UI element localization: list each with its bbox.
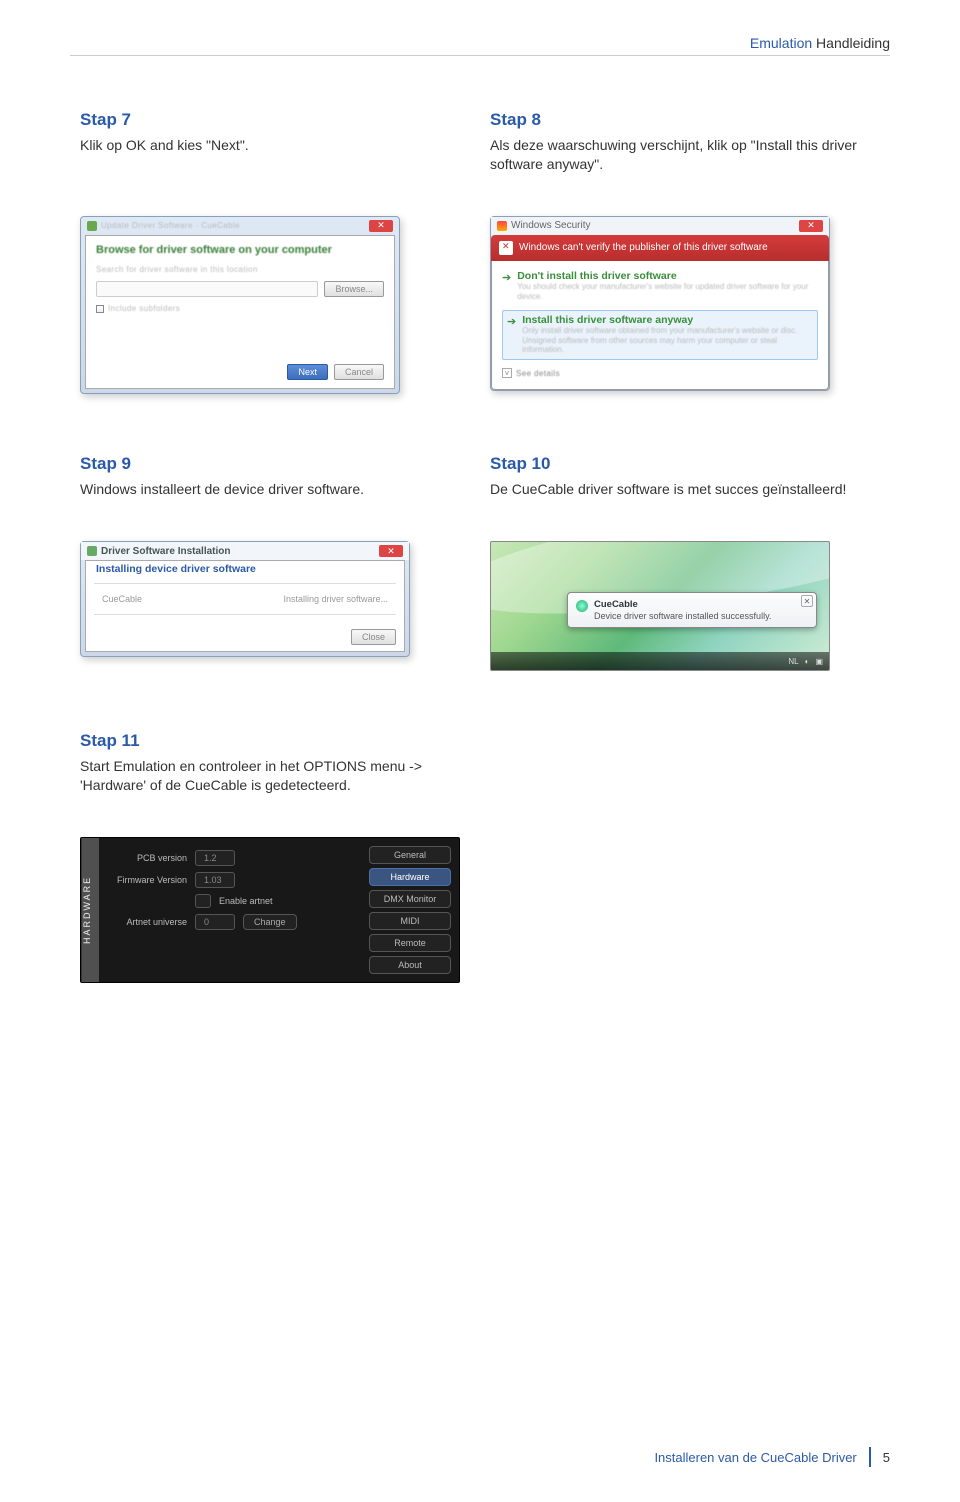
header-divider: [70, 55, 890, 56]
dialog-label: Search for driver software in this locat…: [96, 264, 384, 275]
close-icon[interactable]: ✕: [369, 220, 393, 232]
doc-title: Handleiding: [816, 35, 890, 51]
enable-artnet-label: Enable artnet: [219, 896, 273, 906]
installer-heading: Installing device driver software: [86, 561, 404, 583]
change-button[interactable]: Change: [243, 914, 297, 930]
pcb-version-value: 1.2: [195, 850, 235, 866]
info-icon: [576, 600, 588, 612]
tab-remote[interactable]: Remote: [369, 934, 451, 952]
artnet-universe-label: Artnet universe: [109, 917, 187, 927]
browse-button[interactable]: Browse...: [324, 281, 384, 297]
arrow-icon: ➔: [502, 271, 511, 284]
step11-text: Start Emulation en controleer in het OPT…: [80, 757, 460, 795]
install-status: Installing driver software...: [283, 594, 388, 604]
tab-midi[interactable]: MIDI: [369, 912, 451, 930]
option-install-anyway-desc: Only install driver software obtained fr…: [522, 326, 813, 355]
taskbar: NL ◐ ▣: [491, 652, 829, 670]
doc-header: Emulation Handleiding: [750, 35, 890, 51]
close-icon[interactable]: ✕: [799, 220, 823, 232]
firmware-version-label: Firmware Version: [109, 875, 187, 885]
security-warning-bar: Windows can't verify the publisher of th…: [491, 235, 829, 261]
window-title: Update Driver Software - CueCable: [101, 220, 240, 231]
footer-section: Installeren van de CueCable Driver: [654, 1450, 856, 1465]
option-dont-install-desc: You should check your manufacturer's web…: [517, 282, 818, 301]
path-input[interactable]: [96, 281, 318, 297]
window-icon: [87, 221, 97, 231]
step10-title: Stap 10: [490, 454, 880, 474]
tab-about[interactable]: About: [369, 956, 451, 974]
divider: [94, 614, 396, 615]
step10-text: De CueCable driver software is met succe…: [490, 480, 870, 499]
screenshot-step9: Driver Software Installation ✕ Installin…: [80, 541, 410, 657]
tab-hardware[interactable]: Hardware: [369, 868, 451, 886]
options-side-label: HARDWARE: [81, 838, 99, 982]
balloon-body: Device driver software installed success…: [594, 611, 771, 621]
artnet-universe-value[interactable]: 0: [195, 914, 235, 930]
shield-blocked-icon: [499, 241, 513, 255]
see-details-toggle[interactable]: ˅ See details: [502, 368, 818, 379]
screenshot-step7: Update Driver Software - CueCable ✕ Brow…: [80, 216, 400, 394]
tray-language[interactable]: NL: [788, 657, 798, 666]
see-details-label: See details: [516, 368, 560, 379]
option-dont-install[interactable]: ➔ Don't install this driver software You…: [502, 271, 818, 302]
tray-icon[interactable]: ▣: [815, 657, 823, 666]
option-dont-install-title: Don't install this driver software: [517, 271, 818, 283]
divider: [94, 583, 396, 584]
screenshot-step8: Windows Security ✕ Windows can't verify …: [490, 216, 830, 391]
installer-icon: [87, 546, 97, 556]
pcb-version-label: PCB version: [109, 853, 187, 863]
screenshot-step11: HARDWARE PCB version 1.2 Firmware Versio…: [80, 837, 460, 983]
step8-title: Stap 8: [490, 110, 880, 130]
security-window-title: Windows Security: [511, 220, 590, 231]
step11-title: Stap 11: [80, 731, 470, 751]
step9-text: Windows installeert de device driver sof…: [80, 480, 460, 499]
dialog-heading: Browse for driver software on your compu…: [96, 244, 384, 256]
tab-general[interactable]: General: [369, 846, 451, 864]
arrow-icon: ➔: [507, 315, 516, 328]
security-shield-icon: [497, 221, 507, 231]
chevron-down-icon: ˅: [502, 368, 512, 378]
page-footer: Installeren van de CueCable Driver 5: [654, 1447, 890, 1467]
tray-icon[interactable]: ◐: [805, 657, 810, 666]
cancel-button[interactable]: Cancel: [334, 364, 384, 380]
brand-name: Emulation: [750, 35, 812, 51]
tab-dmx-monitor[interactable]: DMX Monitor: [369, 890, 451, 908]
installer-window-title: Driver Software Installation: [101, 546, 230, 557]
next-button[interactable]: Next: [287, 364, 328, 380]
notification-balloon[interactable]: ✕ CueCable Device driver software instal…: [567, 592, 817, 628]
step7-text: Klik op OK and kies "Next".: [80, 136, 460, 155]
enable-artnet-toggle[interactable]: [195, 894, 211, 908]
step7-title: Stap 7: [80, 110, 470, 130]
security-warning-text: Windows can't verify the publisher of th…: [519, 242, 768, 253]
close-icon[interactable]: ✕: [379, 545, 403, 557]
option-install-anyway-title: Install this driver software anyway: [522, 315, 813, 327]
close-icon[interactable]: ✕: [801, 595, 813, 607]
option-install-anyway[interactable]: ➔ Install this driver software anyway On…: [502, 310, 818, 360]
include-subfolders-label: Include subfolders: [108, 303, 180, 314]
step8-text: Als deze waarschuwing verschijnt, klik o…: [490, 136, 870, 174]
device-name: CueCable: [102, 594, 142, 604]
screenshot-step10: ✕ CueCable Device driver software instal…: [490, 541, 830, 671]
firmware-version-value: 1.03: [195, 872, 235, 888]
step9-title: Stap 9: [80, 454, 470, 474]
page-number: 5: [883, 1450, 890, 1465]
close-button[interactable]: Close: [351, 629, 396, 645]
footer-divider: [869, 1447, 871, 1467]
balloon-title: CueCable: [594, 599, 771, 610]
include-subfolders-checkbox[interactable]: [96, 305, 104, 313]
